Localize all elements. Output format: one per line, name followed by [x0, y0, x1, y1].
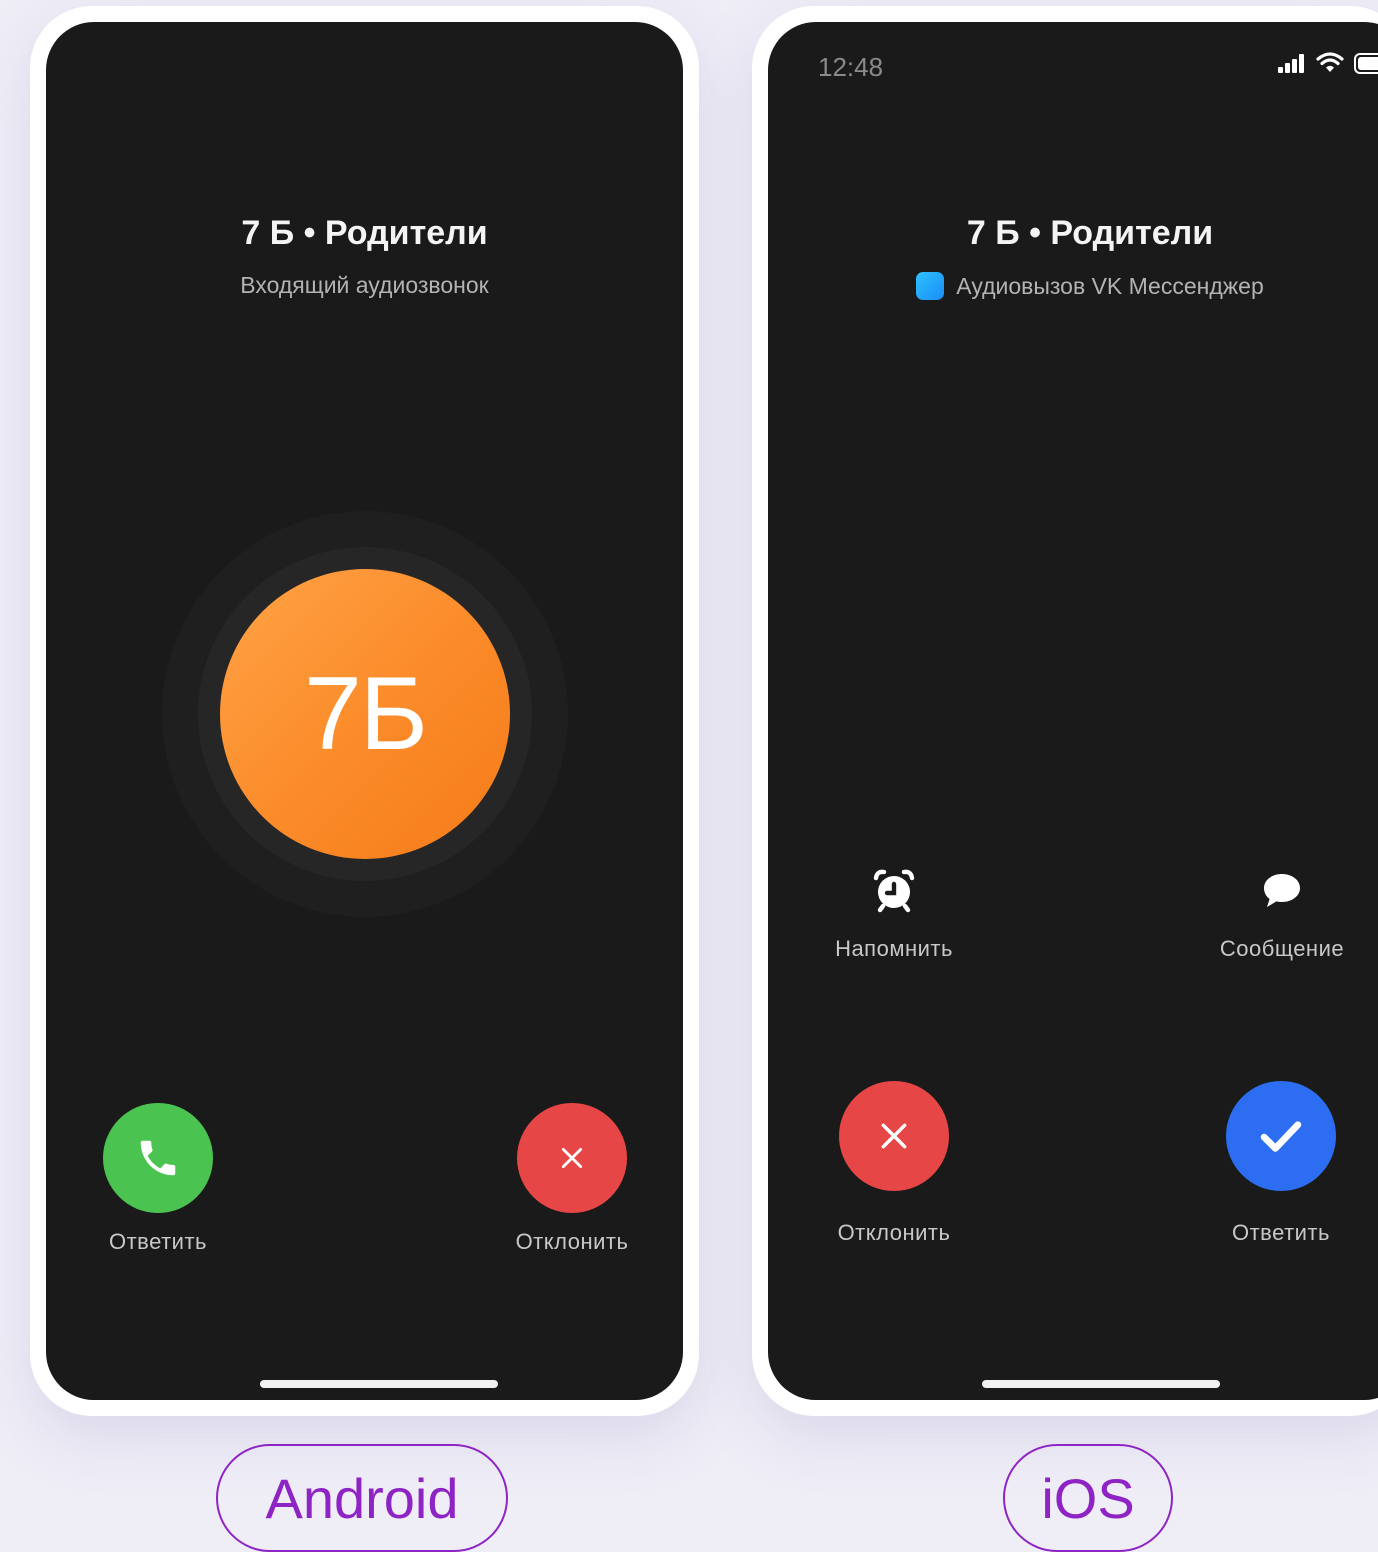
call-title: 7 Б • Родители	[241, 214, 488, 252]
alarm-clock-icon	[873, 869, 915, 913]
answer-button[interactable]	[1226, 1081, 1336, 1191]
home-indicator[interactable]	[260, 1380, 498, 1388]
close-icon	[881, 1123, 907, 1149]
status-bar-icons	[1262, 52, 1378, 78]
platform-tag-ios: iOS	[1003, 1444, 1173, 1552]
call-title: 7 Б • Родители	[966, 214, 1214, 252]
call-subtitle: Аудиовызов VK Мессенджер	[768, 272, 1378, 300]
status-time: 12:48	[818, 52, 884, 82]
answer-button[interactable]	[103, 1103, 213, 1213]
answer-label: Ответить	[1231, 1220, 1331, 1245]
remind-label: Напомнить	[835, 936, 953, 961]
close-icon	[561, 1147, 583, 1169]
decline-label: Отклонить	[515, 1229, 629, 1254]
answer-label: Ответить	[108, 1229, 208, 1254]
ios-phone-frame: 12:48 7 Б • Родители Аудиовызов VK Мессе…	[752, 6, 1378, 1416]
message-button[interactable]: Сообщение	[1192, 862, 1372, 972]
signal-icon	[1278, 54, 1304, 73]
call-subtitle: Входящий аудиозвонок	[240, 272, 489, 298]
phone-icon	[140, 1140, 176, 1176]
message-label: Сообщение	[1219, 936, 1345, 961]
vk-messenger-app-icon	[916, 272, 945, 300]
call-subtitle-text: Аудиовызов VK Мессенджер	[956, 273, 1264, 299]
checkmark-icon	[1260, 1121, 1302, 1152]
remind-button[interactable]: Напомнить	[804, 862, 984, 972]
decline-button[interactable]	[839, 1081, 949, 1191]
android-call-screen: 7 Б • Родители Входящий аудиозвонок 7Б О…	[46, 22, 683, 1400]
chat-bubble-icon	[1264, 874, 1300, 907]
platform-tag-android: Android	[216, 1444, 508, 1552]
decline-button[interactable]	[517, 1103, 627, 1213]
home-indicator[interactable]	[982, 1380, 1220, 1388]
decline-label: Отклонить	[837, 1220, 951, 1245]
android-phone-frame: 7 Б • Родители Входящий аудиозвонок 7Б О…	[30, 6, 699, 1416]
ios-call-screen: 12:48 7 Б • Родители Аудиовызов VK Мессе…	[768, 22, 1378, 1400]
wifi-icon	[1316, 52, 1344, 72]
avatar: 7Б	[220, 569, 510, 859]
battery-icon	[1354, 53, 1378, 74]
